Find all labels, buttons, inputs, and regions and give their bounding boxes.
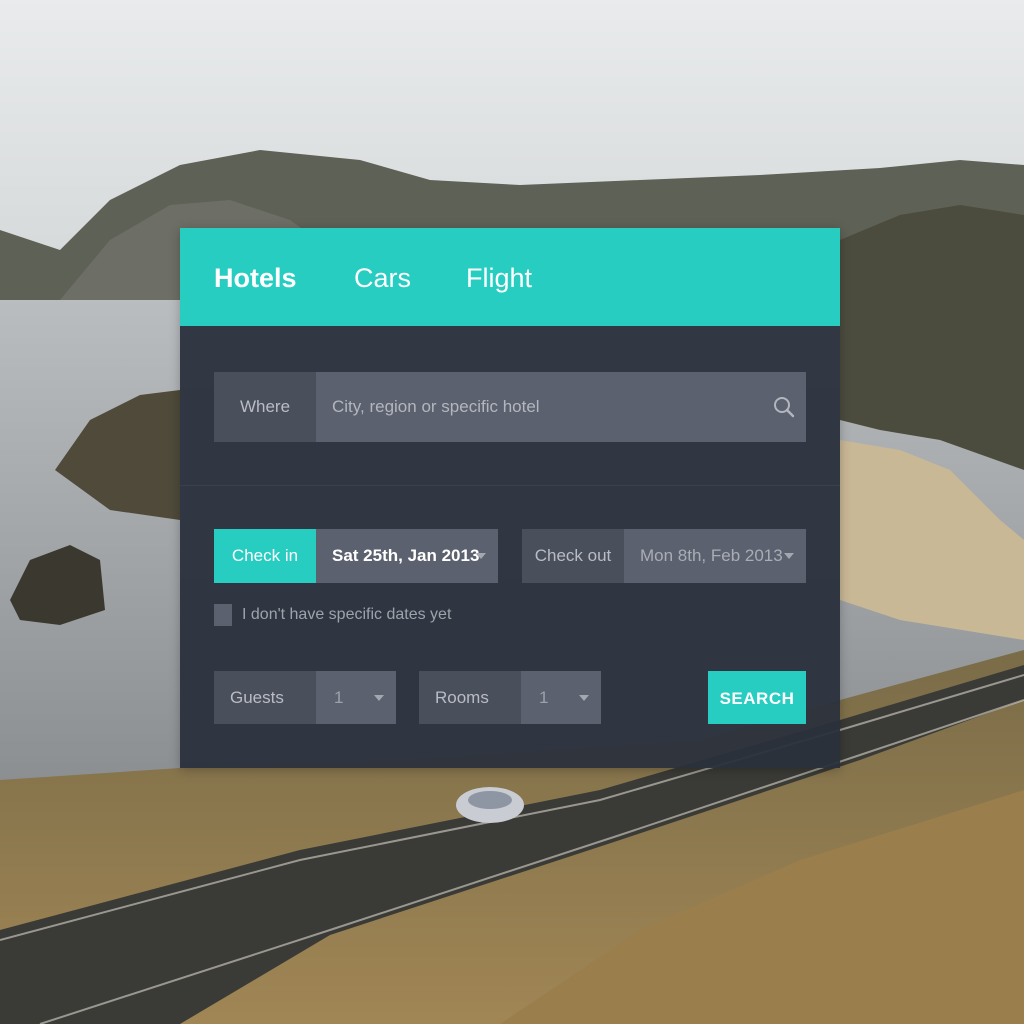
- guests-select[interactable]: 1: [316, 671, 396, 724]
- divider: [180, 485, 840, 486]
- rooms-select[interactable]: 1: [521, 671, 601, 724]
- chevron-down-icon: [374, 695, 384, 701]
- no-dates-checkbox[interactable]: [214, 604, 232, 626]
- guests-field[interactable]: Guests 1: [214, 671, 396, 724]
- check-out-date-value: Mon 8th, Feb 2013: [640, 546, 783, 565]
- check-out-date-select[interactable]: Mon 8th, Feb 2013: [624, 529, 806, 583]
- check-in-date-select[interactable]: Sat 25th, Jan 2013: [316, 529, 498, 583]
- booking-panel: Hotels Cars Flight Where Check in Sat 25…: [180, 228, 840, 768]
- where-search-input[interactable]: [316, 372, 772, 442]
- rooms-field[interactable]: Rooms 1: [419, 671, 601, 724]
- chevron-down-icon: [476, 553, 486, 559]
- tab-hotels[interactable]: Hotels: [214, 260, 297, 296]
- guests-value: 1: [334, 688, 344, 707]
- guests-label: Guests: [214, 671, 316, 724]
- where-row: Where: [214, 372, 806, 442]
- tab-flight[interactable]: Flight: [466, 260, 532, 296]
- rooms-label: Rooms: [419, 671, 521, 724]
- check-out-field[interactable]: Check out Mon 8th, Feb 2013: [522, 529, 806, 583]
- no-dates-label[interactable]: I don't have specific dates yet: [242, 606, 451, 624]
- tab-cars[interactable]: Cars: [354, 260, 411, 296]
- check-in-label: Check in: [214, 529, 316, 583]
- rooms-value: 1: [539, 688, 549, 707]
- where-label: Where: [214, 372, 316, 442]
- search-icon[interactable]: [772, 395, 796, 419]
- tab-bar: Hotels Cars Flight: [180, 228, 840, 326]
- chevron-down-icon: [784, 553, 794, 559]
- check-in-date-value: Sat 25th, Jan 2013: [332, 546, 480, 565]
- check-in-field[interactable]: Check in Sat 25th, Jan 2013: [214, 529, 498, 583]
- search-button[interactable]: SEARCH: [708, 671, 806, 724]
- chevron-down-icon: [579, 695, 589, 701]
- check-out-label: Check out: [522, 529, 624, 583]
